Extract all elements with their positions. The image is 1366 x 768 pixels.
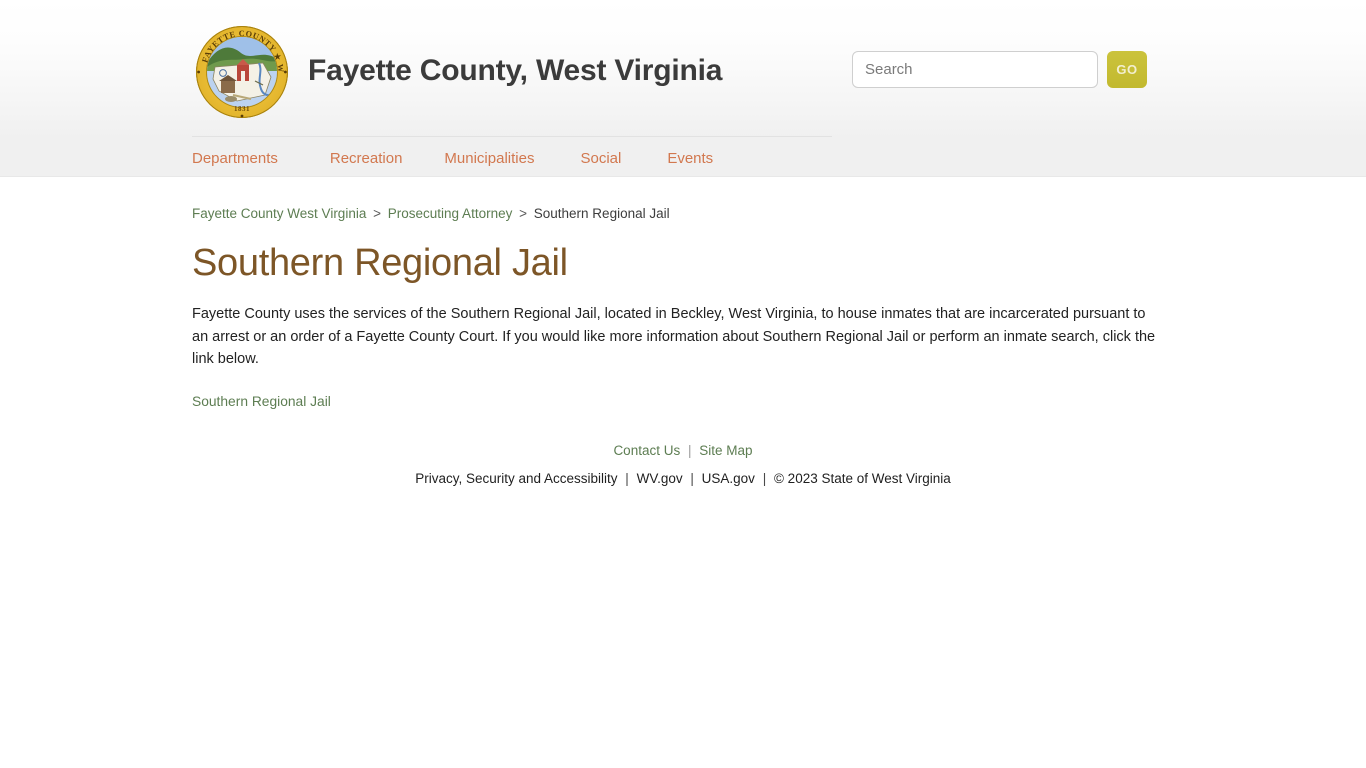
nav-item-recreation[interactable]: Recreation — [330, 150, 403, 167]
footer-separator: | — [762, 470, 767, 486]
footer-link-wv-gov[interactable]: WV.gov — [637, 471, 683, 486]
breadcrumb-current: Southern Regional Jail — [533, 206, 670, 221]
nav-item-departments[interactable]: Departments — [192, 150, 278, 167]
southern-regional-jail-link[interactable]: Southern Regional Jail — [192, 394, 331, 409]
nav-item-social[interactable]: Social — [580, 150, 621, 167]
search-input[interactable] — [852, 51, 1098, 88]
breadcrumb: Fayette County West Virginia > Prosecuti… — [192, 205, 1172, 223]
county-seal-icon: FAYETTE COUNTY ★ WEST VIRGINIA — [196, 26, 288, 118]
site-header: FAYETTE COUNTY ★ WEST VIRGINIA — [0, 0, 1366, 139]
site-footer: Contact Us | Site Map Privacy, Security … — [0, 441, 1366, 489]
breadcrumb-separator: > — [373, 206, 381, 221]
header-divider — [192, 136, 832, 137]
footer-link-site-map[interactable]: Site Map — [699, 443, 752, 458]
search-form: GO — [852, 51, 1147, 88]
breadcrumb-separator: > — [519, 206, 527, 221]
footer-separator: | — [687, 442, 692, 458]
footer-separator: | — [690, 470, 694, 486]
footer-link-contact-us[interactable]: Contact Us — [613, 443, 680, 458]
page-title: Southern Regional Jail — [192, 242, 568, 284]
breadcrumb-link-home[interactable]: Fayette County West Virginia — [192, 206, 366, 221]
search-go-button[interactable]: GO — [1107, 51, 1147, 88]
seal-emblem-icon — [207, 37, 277, 107]
body-paragraph: Fayette County uses the services of the … — [192, 306, 1156, 367]
breadcrumb-link-prosecuting-attorney[interactable]: Prosecuting Attorney — [388, 206, 513, 221]
page-site-title: Fayette County, West Virginia — [308, 54, 723, 87]
nav-item-municipalities[interactable]: Municipalities — [444, 150, 534, 167]
footer-primary-links: Contact Us | Site Map — [0, 441, 1366, 461]
seal-year: 1831 — [234, 105, 250, 113]
main-navigation: Departments Recreation Municipalities So… — [0, 139, 1366, 177]
footer-separator: | — [625, 470, 629, 486]
footer-legal-line: Privacy, Security and Accessibility | WV… — [0, 469, 1366, 489]
nav-item-events[interactable]: Events — [667, 150, 713, 167]
footer-link-usa-gov[interactable]: USA.gov — [702, 471, 755, 486]
main-content: Fayette County West Virginia > Prosecuti… — [0, 177, 1366, 489]
footer-link-privacy-security-accessibility[interactable]: Privacy, Security and Accessibility — [415, 471, 617, 486]
footer-copyright: © 2023 State of West Virginia — [773, 470, 951, 486]
